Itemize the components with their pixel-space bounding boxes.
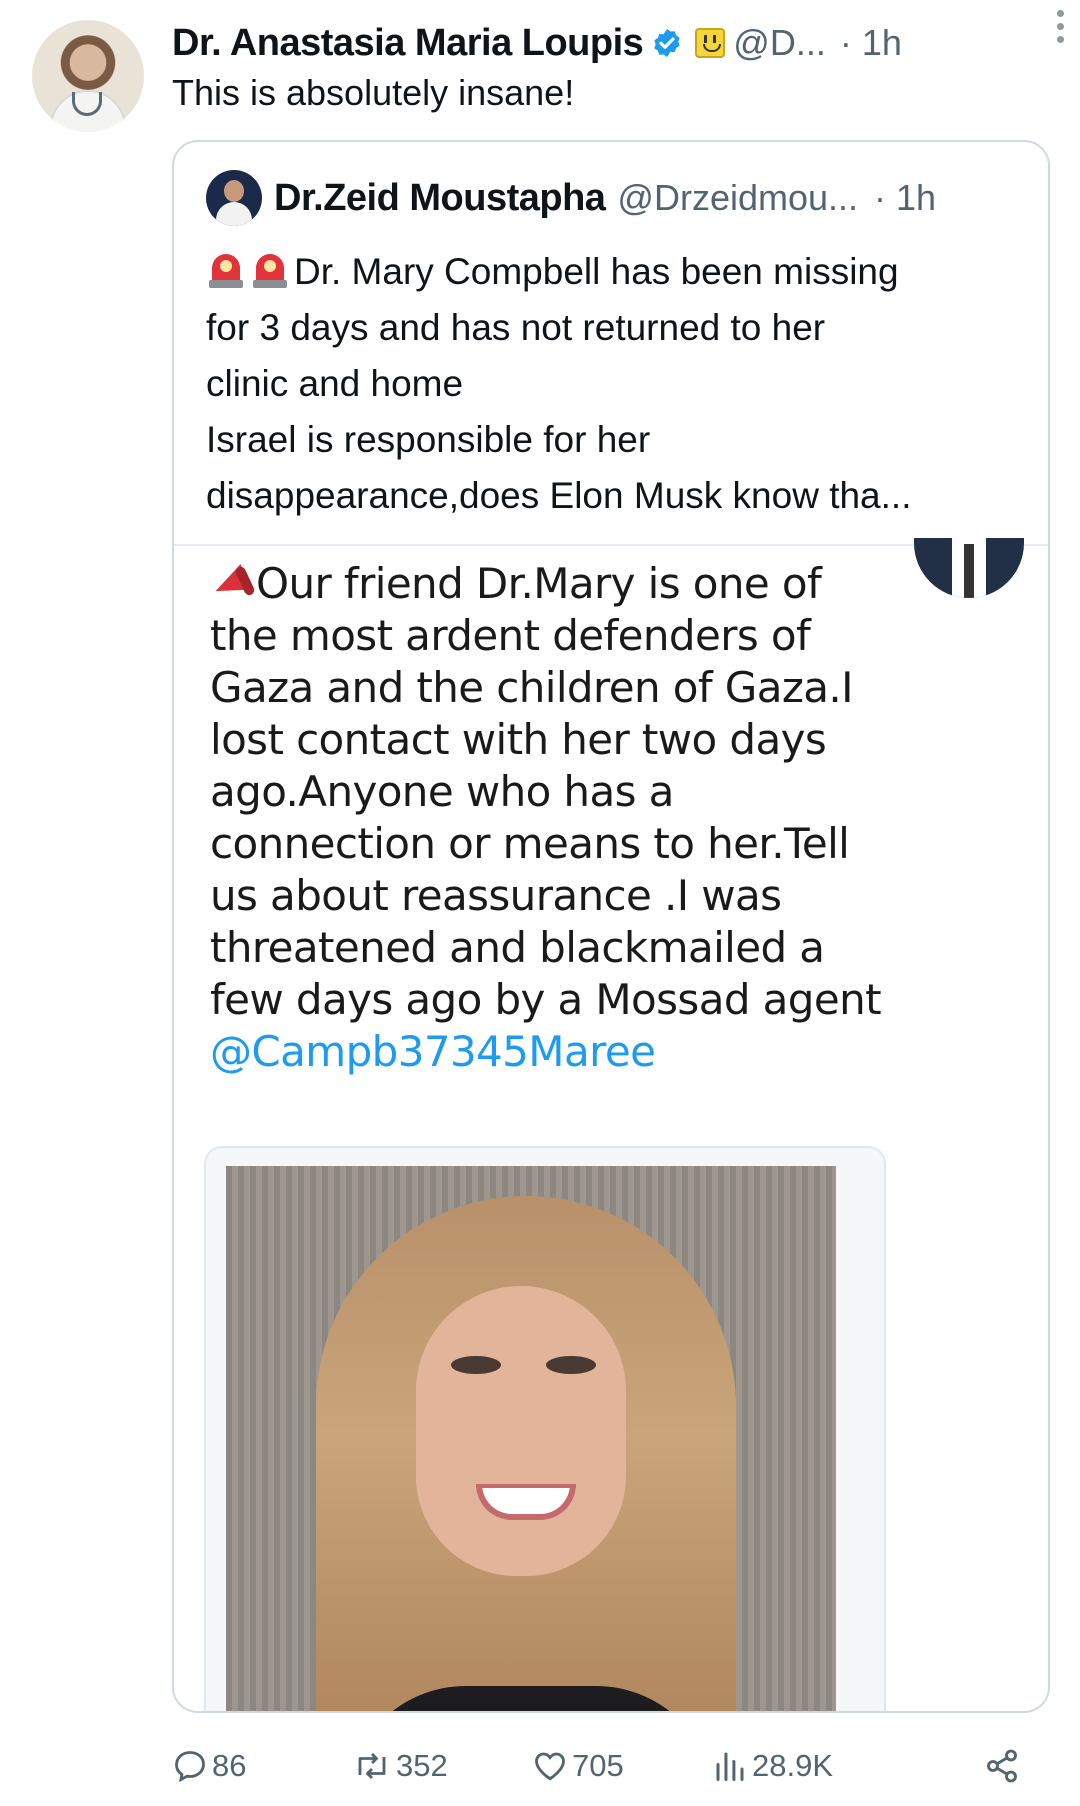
tweet-text: This is absolutely insane!	[172, 72, 575, 113]
quote-author-name: Dr.Zeid Moustapha	[274, 176, 606, 219]
heart-icon	[535, 1752, 565, 1781]
repost-icon	[358, 1752, 386, 1780]
photo-frame	[204, 1146, 886, 1711]
emoji-badge-icon	[695, 28, 726, 58]
author-handle[interactable]: @D...	[733, 22, 826, 64]
quote-avatar	[206, 170, 262, 226]
author-name[interactable]: Dr. Anastasia Maria Loupis	[172, 22, 644, 65]
screenshot-line: Our friend Dr.Mary is one of	[210, 558, 910, 610]
like-count: 705	[572, 1748, 624, 1783]
quote-line: Israel is responsible for her	[206, 419, 651, 460]
views-button[interactable]: 28.9K	[712, 1744, 833, 1788]
verified-icon	[654, 29, 680, 57]
screenshot-line: lost contact with her two days	[210, 715, 827, 764]
quote-line: Dr. Mary Compbell has been missing	[206, 244, 1036, 300]
like-button[interactable]: 705	[532, 1744, 624, 1788]
tweet-header: Dr. Anastasia Maria Loupis @D... · 1h	[172, 18, 1060, 68]
views-icon	[716, 1752, 744, 1781]
reply-count: 86	[212, 1748, 247, 1783]
portrait-photo	[226, 1166, 836, 1711]
repost-button[interactable]: 352	[352, 1744, 448, 1788]
quote-header: Dr.Zeid Moustapha @Drzeidmou... · 1h	[206, 170, 936, 226]
repost-count: 352	[396, 1748, 448, 1783]
screenshot-text: Our friend Dr.Mary is one of the most ar…	[210, 558, 910, 1078]
screenshot-mention: @Campb37345Maree	[210, 1027, 656, 1076]
reply-icon	[175, 1751, 205, 1783]
quote-card[interactable]: Dr.Zeid Moustapha @Drzeidmou... · 1h Dr.…	[172, 140, 1050, 1713]
screenshot-avatar	[914, 538, 1024, 598]
reply-button[interactable]: 86	[172, 1744, 246, 1788]
screenshot-line: ago.Anyone who has a	[210, 767, 674, 816]
embedded-screenshot[interactable]: Our friend Dr.Mary is one of the most ar…	[174, 538, 1048, 1711]
quote-line: for 3 days and has not returned to her	[206, 307, 826, 348]
views-count: 28.9K	[752, 1748, 834, 1783]
screenshot-line: threatened and blackmailed a	[210, 923, 825, 972]
screenshot-line: us about reassurance .I was	[210, 871, 782, 920]
share-button[interactable]	[984, 1744, 1024, 1788]
screenshot-line: the most ardent defenders of	[210, 611, 811, 660]
screenshot-line: few days ago by a Mossad agent	[210, 975, 882, 1024]
quote-author-handle: @Drzeidmou...	[617, 177, 859, 218]
siren-icon	[250, 250, 290, 290]
quote-time: · 1h	[874, 177, 937, 218]
megaphone-icon	[210, 564, 256, 602]
quote-line: clinic and home	[206, 363, 464, 404]
tweet-time[interactable]: · 1h	[840, 22, 902, 64]
screenshot-line: Gaza and the children of Gaza.I	[210, 663, 854, 712]
author-avatar[interactable]	[32, 20, 144, 132]
more-icon[interactable]	[1054, 10, 1066, 48]
screenshot-line: connection or means to her.Tell	[210, 819, 850, 868]
siren-icon	[206, 250, 246, 290]
quote-line: disappearance,does Elon Musk know tha...	[206, 475, 912, 516]
share-icon	[987, 1749, 1017, 1783]
quote-text: Dr. Mary Compbell has been missing for 3…	[206, 244, 1036, 524]
action-bar: 86 352 705 28.9K	[172, 1744, 1052, 1788]
